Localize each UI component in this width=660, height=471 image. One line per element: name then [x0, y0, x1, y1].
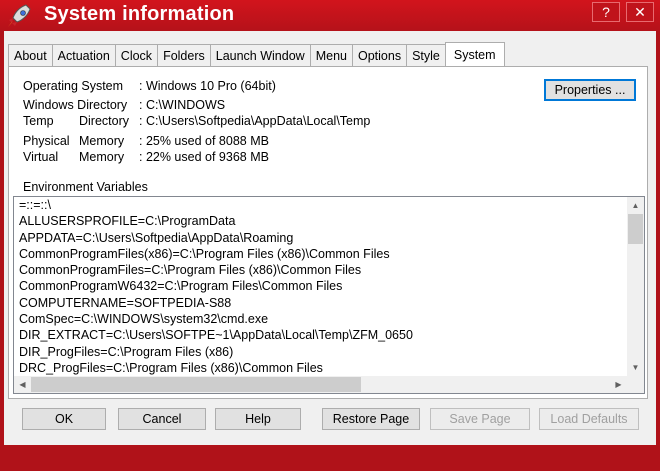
- vertical-scrollbar[interactable]: ▲ ▼: [627, 197, 644, 376]
- horizontal-scroll-thumb[interactable]: [31, 377, 361, 392]
- env-variable-line: CommonProgramW6432=C:\Program Files\Comm…: [19, 279, 343, 294]
- os-value: : Windows 10 Pro (64bit): [139, 79, 276, 93]
- window-title: System information: [44, 3, 235, 25]
- virtual-memory-value: : 22% used of 9368 MB: [139, 150, 269, 164]
- tab-about[interactable]: About: [8, 44, 53, 66]
- env-variable-line: CommonProgramFiles=C:\Program Files (x86…: [19, 263, 362, 278]
- properties-button[interactable]: Properties ...: [544, 79, 636, 101]
- close-window-button[interactable]: ✕: [626, 2, 654, 22]
- tab-folders[interactable]: Folders: [157, 44, 211, 66]
- env-variable-line: CommonProgramFiles(x86)=C:\Program Files…: [19, 246, 390, 261]
- window-bottom-frame: [0, 445, 660, 471]
- os-label: Operating System: [23, 79, 124, 93]
- temp-value: : C:\Users\Softpedia\AppData\Local\Temp: [139, 114, 371, 128]
- env-variable-line: ComSpec=C:\WINDOWS\system32\cmd.exe: [19, 312, 269, 327]
- tab-strip: About Actuation Clock Folders Launch Win…: [8, 42, 505, 67]
- virtual-label: Virtual: [23, 150, 59, 164]
- tab-actuation[interactable]: Actuation: [51, 44, 116, 66]
- cancel-button[interactable]: Cancel: [118, 408, 206, 430]
- tab-options[interactable]: Options: [351, 44, 408, 66]
- env-variable-line: COMPUTERNAME=SOFTPEDIA-S88: [19, 295, 232, 310]
- scrollbar-corner: [627, 376, 644, 393]
- dialog-client: About Actuation Clock Folders Launch Win…: [4, 31, 656, 445]
- tab-system[interactable]: System: [444, 42, 505, 67]
- env-variable-line: ALLUSERSPROFILE=C:\ProgramData: [19, 214, 236, 229]
- save-page-button[interactable]: Save Page: [430, 408, 530, 430]
- physical-memory-value: : 25% used of 8088 MB: [139, 134, 269, 148]
- tab-menu[interactable]: Menu: [309, 44, 353, 66]
- env-lines: =::=::\ALLUSERSPROFILE=C:\ProgramData APP…: [19, 197, 413, 376]
- virtual-label-suffix: Memory: [79, 150, 125, 164]
- windir-value: : C:\WINDOWS: [139, 98, 226, 112]
- load-defaults-button[interactable]: Load Defaults: [539, 408, 639, 430]
- restore-page-button[interactable]: Restore Page: [322, 408, 420, 430]
- env-variable-line: APPDATA=C:\Users\Softpedia\AppData\Roami…: [19, 230, 294, 245]
- rocket-app-icon: [8, 4, 31, 27]
- env-variables-label: Environment Variables: [23, 180, 148, 194]
- env-variable-line: DIR_EXTRACT=C:\Users\SOFTPE~1\AppData\Lo…: [19, 328, 413, 343]
- system-panel: Operating System : Windows 10 Pro (64bit…: [8, 66, 648, 399]
- tab-style[interactable]: Style: [406, 44, 446, 66]
- help-button[interactable]: Help: [215, 408, 301, 430]
- physical-label-suffix: Memory: [79, 134, 125, 148]
- env-variable-line: DRC_ProgFiles=C:\Program Files (x86)\Com…: [19, 360, 323, 375]
- windir-label: Windows Directory: [23, 98, 128, 112]
- scroll-right-icon[interactable]: ▶: [610, 376, 627, 393]
- scroll-down-icon[interactable]: ▼: [627, 359, 644, 376]
- physical-label: Physical: [23, 134, 70, 148]
- vertical-scroll-thumb[interactable]: [628, 214, 643, 244]
- temp-label-suffix: Directory: [79, 114, 130, 128]
- env-variable-line: =::=::\: [19, 198, 51, 212]
- env-variable-line: DIR_ProgFiles=C:\Program Files (x86): [19, 344, 234, 359]
- help-title-button[interactable]: ?: [592, 2, 620, 22]
- horizontal-scrollbar[interactable]: ◀ ▶: [14, 376, 627, 393]
- ok-button[interactable]: OK: [22, 408, 106, 430]
- temp-label: Temp: [23, 114, 54, 128]
- title-bar: System information ? ✕: [0, 0, 660, 31]
- tab-launch-window[interactable]: Launch Window: [209, 44, 311, 66]
- env-variables-list[interactable]: =::=::\ALLUSERSPROFILE=C:\ProgramData APP…: [13, 196, 645, 394]
- scroll-left-icon[interactable]: ◀: [14, 376, 31, 393]
- tab-clock[interactable]: Clock: [114, 44, 159, 66]
- scroll-up-icon[interactable]: ▲: [627, 197, 644, 214]
